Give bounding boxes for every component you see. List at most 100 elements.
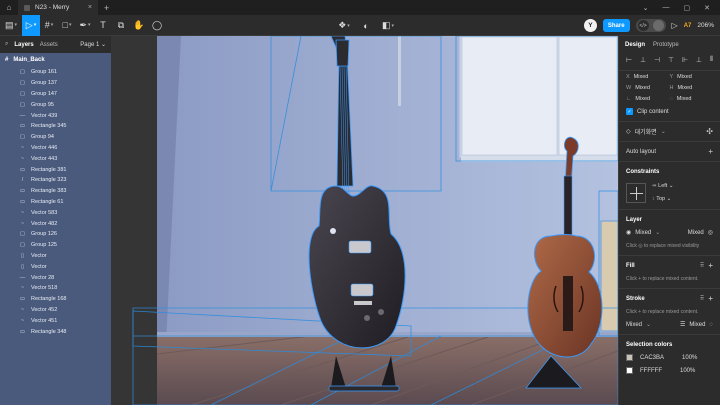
component-tool-button[interactable]: ❖ ▾	[335, 15, 353, 36]
layer-item[interactable]: ~ Vector 518	[0, 283, 111, 294]
color-swatch[interactable]	[626, 367, 633, 374]
add-auto-layout-icon[interactable]: +	[708, 147, 713, 156]
layer-item[interactable]: — Vector 28	[0, 272, 111, 283]
file-tab[interactable]: N23 - Merry ×	[18, 0, 98, 15]
canvas[interactable]	[111, 36, 618, 405]
layer-item[interactable]: ▢ Group 94	[0, 132, 111, 143]
stroke-options-icon[interactable]: ◌	[709, 322, 713, 328]
align-top-icon[interactable]: ⊤	[668, 56, 674, 64]
layer-item[interactable]: ▭ Rectangle 345	[0, 121, 111, 132]
frame-tool-button[interactable]: # ▾	[40, 15, 58, 36]
layer-item[interactable]: ▭ Rectangle 168	[0, 294, 111, 305]
share-button[interactable]: Share	[602, 19, 630, 32]
stroke-position-select[interactable]: Mixed	[626, 322, 642, 328]
text-tool-button[interactable]: T	[94, 15, 112, 36]
horizontal-constraint[interactable]: ⇹ Left ⌄	[652, 180, 673, 193]
vertical-constraint[interactable]: ↕ Top ⌄	[652, 193, 673, 206]
color-opacity[interactable]: 100%	[680, 368, 695, 374]
x-field[interactable]: X Mixed	[626, 74, 670, 80]
layer-item[interactable]: ▢ Group 95	[0, 99, 111, 110]
color-hex[interactable]: CAC3BA	[640, 355, 664, 361]
present-play-icon[interactable]: ▷	[672, 21, 678, 30]
layer-item[interactable]: / Rectangle 323	[0, 175, 111, 186]
avatar[interactable]: Y	[583, 19, 597, 32]
home-icon[interactable]: ⌂	[0, 0, 18, 15]
comment-tool-button[interactable]: ◯	[148, 15, 166, 36]
move-tool-button[interactable]: ▷ ▾	[22, 14, 40, 36]
fill-styles-icon[interactable]: ⠿	[700, 262, 704, 269]
layer-item[interactable]: ▢ Group 161	[0, 67, 111, 78]
layer-opacity-field[interactable]: Mixed	[688, 230, 704, 236]
layer-item[interactable]: ▢ Group 126	[0, 229, 111, 240]
minimize-icon[interactable]: —	[663, 4, 670, 11]
layer-item[interactable]: — Vector 439	[0, 110, 111, 121]
page-selector[interactable]: Page 1 ⌄	[80, 41, 106, 48]
w-field[interactable]: W Mixed	[626, 85, 670, 91]
font-missing-label[interactable]: A7	[684, 23, 692, 29]
dev-mode-toggle[interactable]: </>	[635, 19, 666, 32]
root-frame-layer[interactable]: # Main_Back	[0, 53, 111, 67]
mask-tool-button[interactable]: ◐	[357, 15, 375, 36]
layer-item[interactable]: ▢ Group 147	[0, 89, 111, 100]
chevron-down-icon[interactable]: ⌄	[643, 4, 649, 12]
color-hex[interactable]: FFFFFF	[640, 368, 662, 374]
stroke-styles-icon[interactable]: ⠿	[700, 295, 704, 302]
align-bottom-icon[interactable]: ⊥	[696, 56, 702, 64]
layer-item[interactable]: ▢ Group 125	[0, 240, 111, 251]
close-window-icon[interactable]: ✕	[704, 4, 710, 12]
layer-item[interactable]: ~ Vector 583	[0, 207, 111, 218]
tab-assets[interactable]: Assets	[40, 42, 58, 48]
layer-item[interactable]: ~ Vector 452	[0, 305, 111, 316]
selection-color-row[interactable]: FFFFFF 100%	[619, 364, 720, 377]
corner-radius-field[interactable]: ◌ Mixed	[670, 96, 714, 102]
layer-type-icon: ~	[20, 144, 25, 151]
layer-item[interactable]: ▯ Vector	[0, 261, 111, 272]
h-field[interactable]: H Mixed	[670, 85, 714, 91]
selection-color-row[interactable]: CAC3BA 100%	[619, 351, 720, 364]
stroke-weight-field[interactable]: Mixed	[689, 322, 705, 328]
distribute-icon[interactable]: ⦀	[710, 56, 713, 64]
component-row[interactable]: ◇ 대기화면 ⌄ ✣	[619, 125, 720, 138]
layer-item[interactable]: ~ Vector 443	[0, 153, 111, 164]
maximize-icon[interactable]: ▢	[684, 4, 691, 12]
tab-layers[interactable]: Layers	[14, 42, 33, 48]
checkbox-checked-icon[interactable]: ✓	[626, 108, 633, 115]
layer-item[interactable]: ▭ Rectangle 383	[0, 186, 111, 197]
color-opacity[interactable]: 100%	[682, 355, 697, 361]
layer-item[interactable]: ▯ Vector	[0, 251, 111, 262]
add-stroke-icon[interactable]: +	[708, 294, 713, 303]
close-tab-icon[interactable]: ×	[88, 4, 92, 11]
search-icon[interactable]: ⌕	[5, 41, 8, 48]
hand-tool-button[interactable]: ✋	[130, 15, 148, 36]
zoom-level[interactable]: 206%	[697, 22, 714, 29]
align-center-v-icon[interactable]: ⊩	[682, 56, 688, 64]
tab-design[interactable]: Design	[625, 42, 645, 48]
layer-item[interactable]: ~ Vector 446	[0, 143, 111, 154]
visibility-eye-icon[interactable]: ◎	[708, 229, 713, 236]
clip-content-row[interactable]: ✓ Clip content	[619, 105, 720, 118]
layer-item[interactable]: ▭ Rectangle 381	[0, 164, 111, 175]
align-right-icon[interactable]: ⊣	[654, 56, 660, 64]
pen-tool-button[interactable]: ✒ ▾	[76, 15, 94, 36]
code-icon: </>	[637, 20, 649, 31]
layer-item[interactable]: ~ Vector 482	[0, 218, 111, 229]
main-menu-button[interactable]: ▤ ▾	[0, 15, 22, 36]
layer-item[interactable]: ~ Vector 451	[0, 315, 111, 326]
layer-item[interactable]: ▭ Rectangle 61	[0, 197, 111, 208]
add-fill-icon[interactable]: +	[708, 261, 713, 270]
color-swatch[interactable]	[626, 354, 633, 361]
boolean-tool-button[interactable]: ◧ ▾	[379, 15, 397, 36]
constraints-widget[interactable]	[626, 183, 646, 203]
rotation-field[interactable]: ∟ Mixed	[626, 96, 670, 102]
layer-item[interactable]: ▢ Group 137	[0, 78, 111, 89]
y-field[interactable]: Y Mixed	[670, 74, 714, 80]
tab-prototype[interactable]: Prototype	[653, 42, 679, 48]
shape-tool-button[interactable]: □ ▾	[58, 15, 76, 36]
blend-mode-select[interactable]: Mixed	[635, 230, 651, 236]
component-actions-icon[interactable]: ✣	[706, 127, 713, 136]
resources-button[interactable]: ⧉	[112, 15, 130, 36]
align-left-icon[interactable]: ⊢	[626, 56, 632, 64]
align-center-h-icon[interactable]: ⊥	[640, 56, 646, 64]
layer-item[interactable]: ▭ Rectangle 348	[0, 326, 111, 337]
new-tab-icon[interactable]: +	[104, 3, 109, 13]
